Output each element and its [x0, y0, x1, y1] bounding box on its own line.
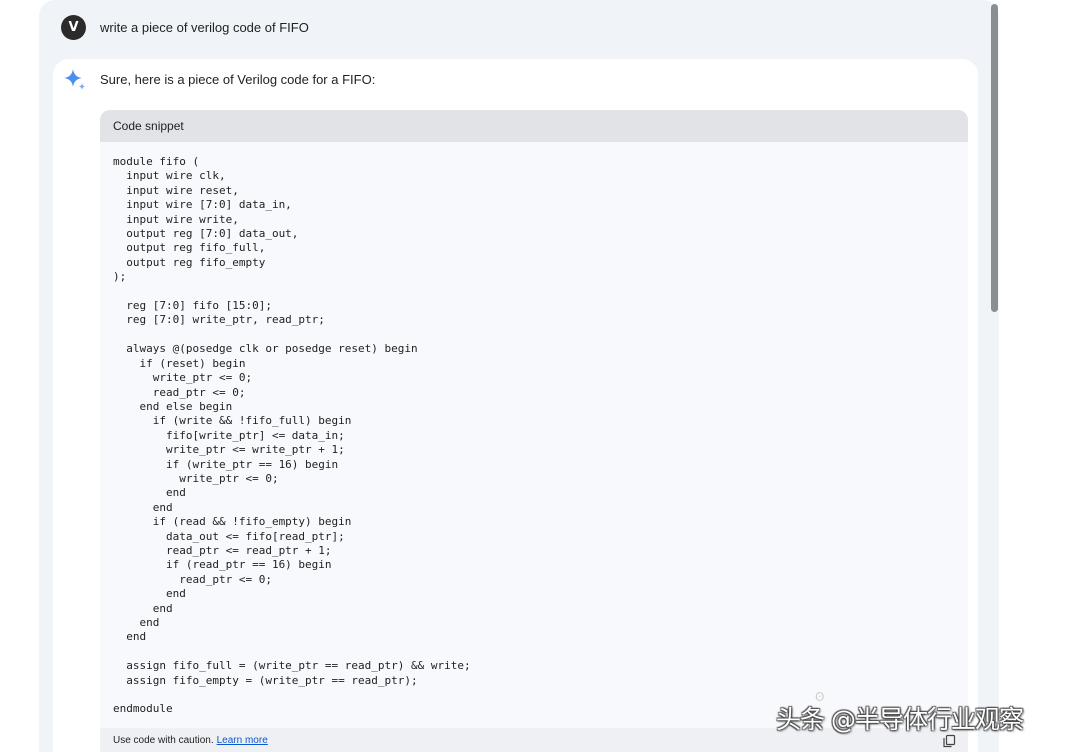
caution-text: Use code with caution.: [113, 734, 214, 746]
user-message-row: V write a piece of verilog code of FIFO: [61, 14, 309, 40]
user-prompt-text: write a piece of verilog code of FIFO: [100, 19, 309, 35]
scrollbar-thumb[interactable]: [991, 4, 998, 312]
code-content[interactable]: module fifo ( input wire clk, input wire…: [100, 142, 968, 717]
watermark: 头条 @半导体行业观察: [776, 705, 1024, 734]
learn-more-link[interactable]: Learn more: [217, 735, 268, 746]
user-avatar[interactable]: V: [61, 14, 86, 40]
code-block: Code snippet module fifo ( input wire cl…: [100, 110, 968, 752]
code-block-header: Code snippet: [100, 110, 968, 142]
copy-icon[interactable]: [942, 734, 956, 748]
response-intro-text: Sure, here is a piece of Verilog code fo…: [100, 72, 376, 87]
sparkle-icon: [64, 69, 86, 90]
assistant-response: Sure, here is a piece of Verilog code fo…: [53, 59, 978, 752]
